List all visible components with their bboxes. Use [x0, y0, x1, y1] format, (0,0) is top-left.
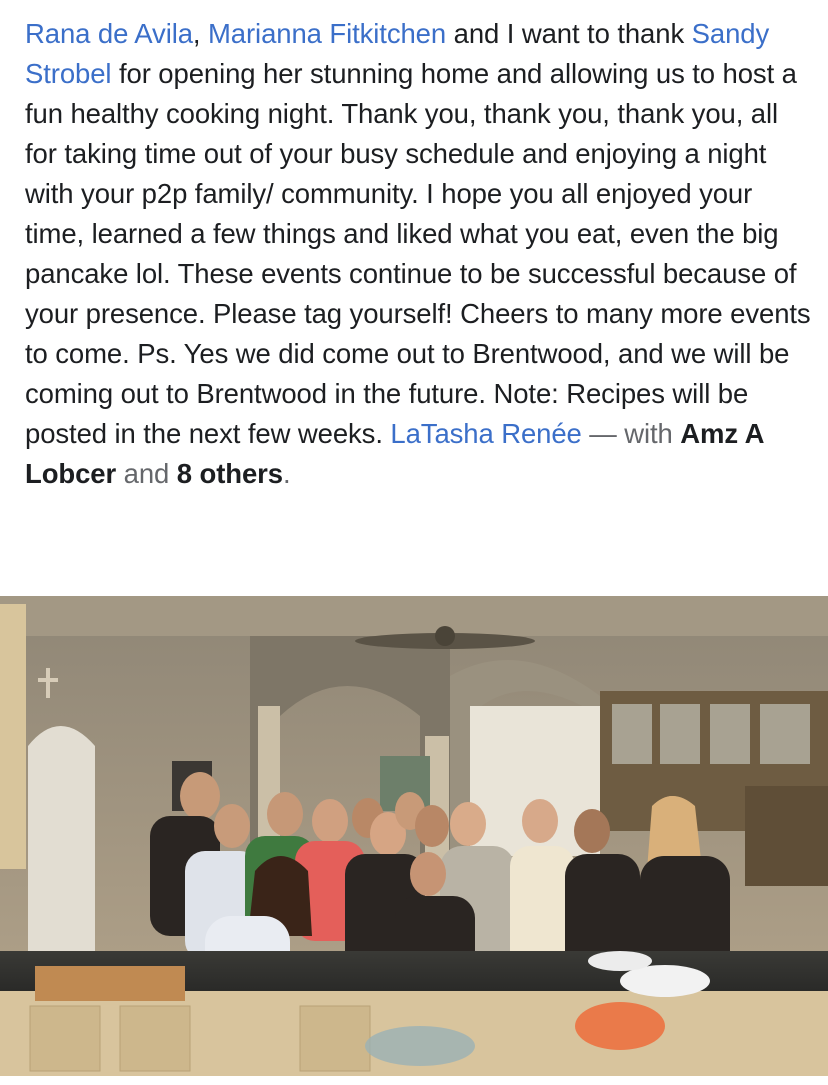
- author-link[interactable]: LaTasha Renée: [390, 418, 581, 449]
- and-text: and: [116, 458, 177, 489]
- mention-link[interactable]: Marianna Fitkitchen: [208, 18, 446, 49]
- with-text: — with: [581, 418, 681, 449]
- group-photo-illustration: [0, 596, 828, 1076]
- others-link[interactable]: 8 others: [177, 458, 283, 489]
- separator-text: ,: [192, 18, 208, 49]
- body-text: for opening her stunning home and allowi…: [25, 58, 811, 449]
- body-text: and I want to thank: [446, 18, 692, 49]
- period-text: .: [282, 458, 291, 489]
- post-text: Rana de Avila, Marianna Fitkitchen and I…: [25, 14, 815, 494]
- post-photo[interactable]: [0, 596, 828, 1076]
- mention-link[interactable]: Rana de Avila: [25, 18, 193, 49]
